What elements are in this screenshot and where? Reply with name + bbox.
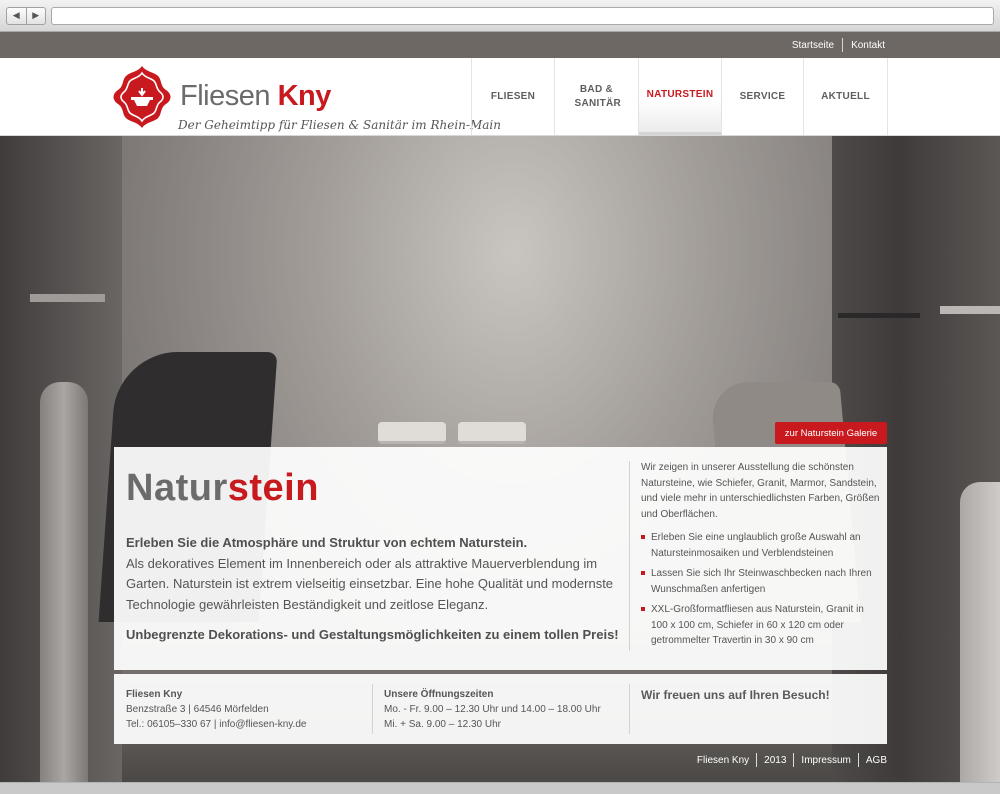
hero-folded-towels: [378, 422, 528, 444]
back-arrow-icon[interactable]: ◀: [7, 8, 26, 24]
address: Benzstraße 3 | 64546 Mörfelden: [126, 704, 269, 715]
address-bar[interactable]: [51, 7, 994, 25]
company-name: Fliesen Kny: [126, 689, 183, 700]
hero-shelf-left: [30, 294, 105, 302]
footer-link-company[interactable]: Fliesen Kny: [697, 755, 749, 766]
hero-tap: [838, 313, 920, 318]
divider: [756, 753, 758, 767]
page-title-part1: Natur: [126, 467, 228, 509]
top-link-startseite[interactable]: Startseite: [792, 40, 834, 51]
divider: [372, 684, 373, 734]
nav-item-bad-sanitaer[interactable]: BAD & SANITÄR: [555, 58, 639, 135]
feature-bullet: Lassen Sie sich Ihr Steinwaschbecken nac…: [641, 566, 881, 597]
hero-shelf-right: [940, 306, 1000, 314]
gallery-button[interactable]: zur Naturstein Galerie: [775, 422, 887, 444]
nav-item-fliesen[interactable]: FLIESEN: [472, 58, 555, 135]
feature-bullet: XXL-Großformatfliesen aus Naturstein, Gr…: [641, 602, 881, 649]
site-header: Fliesen Kny Der Geheimtipp für Fliesen &…: [0, 58, 1000, 136]
nav-item-label: BAD & SANITÄR: [574, 83, 622, 109]
divider: [842, 38, 844, 52]
logo-name-part2: Kny: [277, 80, 332, 112]
intro-body: Als dekoratives Element im Innenbereich …: [126, 555, 614, 612]
footer-links: Fliesen Kny 2013 Impressum AGB: [697, 753, 887, 767]
opening-hours-title: Unsere Öffnungszeiten: [384, 689, 494, 700]
page-title-part2: stein: [227, 467, 319, 509]
footer-year: 2013: [764, 754, 787, 766]
main-navigation: FLIESEN BAD & SANITÄR NATURSTEIN SERVICE…: [471, 58, 888, 135]
divider: [857, 753, 859, 767]
nav-item-aktuell[interactable]: AKTUELL: [804, 58, 888, 135]
feature-list: Wir zeigen in unserer Ausstellung die sc…: [641, 460, 881, 654]
welcome-message: Wir freuen uns auf Ihren Besuch!: [641, 688, 830, 702]
divider: [629, 461, 630, 651]
nav-item-service[interactable]: SERVICE: [722, 58, 804, 135]
forward-arrow-icon[interactable]: ▶: [25, 8, 46, 24]
contact-line[interactable]: Tel.: 06105–330 67 | info@fliesen-kny.de: [126, 717, 376, 732]
hero-towel-left: [40, 382, 88, 782]
footer-link-impressum[interactable]: Impressum: [801, 755, 850, 766]
page-title: Naturstein: [126, 467, 319, 510]
divider: [629, 684, 630, 734]
contact-panel: Fliesen Kny Benzstraße 3 | 64546 Mörfeld…: [114, 674, 887, 744]
logo-name-part1: Fliesen: [180, 80, 271, 112]
feature-bullet: Erleben Sie eine unglaublich große Auswa…: [641, 530, 881, 561]
feature-intro: Wir zeigen in unserer Ausstellung die sc…: [641, 462, 880, 520]
divider: [793, 753, 795, 767]
top-link-kontakt[interactable]: Kontakt: [851, 40, 885, 51]
opening-hours-saturday: Mi. + Sa. 9.00 – 12.30 Uhr: [384, 719, 502, 730]
logo-tagline: Der Geheimtipp für Fliesen & Sanitär im …: [178, 118, 501, 132]
logo-ornament-icon[interactable]: [112, 64, 172, 130]
hero-towel-right: [960, 482, 1000, 782]
browser-toolbar: ◀ ▶: [0, 0, 1000, 32]
utility-bar: Startseite Kontakt: [0, 32, 1000, 58]
opening-hours-block: Unsere Öffnungszeiten Mo. - Fr. 9.00 – 1…: [384, 687, 629, 732]
nav-item-naturstein[interactable]: NATURSTEIN: [639, 58, 722, 135]
intro-lead: Erleben Sie die Atmosphäre und Struktur …: [126, 535, 528, 550]
content-panel: Naturstein Erleben Sie die Atmosphäre un…: [114, 447, 887, 670]
intro-closing: Unbegrenzte Dekorations- und Gestaltungs…: [126, 627, 619, 642]
intro-text: Erleben Sie die Atmosphäre und Struktur …: [126, 533, 621, 646]
logo-wordmark[interactable]: Fliesen Kny: [180, 80, 331, 112]
opening-hours-weekday: Mo. - Fr. 9.00 – 12.30 Uhr und 14.00 – 1…: [384, 704, 601, 715]
footer-link-agb[interactable]: AGB: [866, 755, 887, 766]
history-buttons: ◀ ▶: [6, 7, 46, 25]
address-block: Fliesen Kny Benzstraße 3 | 64546 Mörfeld…: [126, 687, 376, 732]
browser-bottom-edge: [0, 782, 1000, 794]
